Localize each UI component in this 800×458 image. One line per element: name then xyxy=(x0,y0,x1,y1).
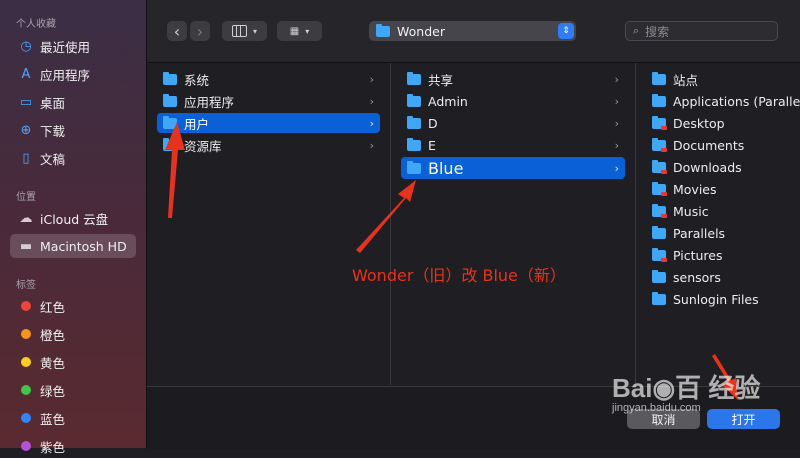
watermark-url: jingyan.baidu.com xyxy=(612,402,701,414)
annotation-text: Wonder（旧）改 Blue（新） xyxy=(352,266,566,285)
arrow-to-users xyxy=(165,122,185,218)
arrow-to-blue xyxy=(356,180,416,253)
watermark-main: Bai◉百 经验 xyxy=(612,373,761,403)
baidu-watermark: Bai◉百 经验 jingyan.baidu.com xyxy=(612,368,760,414)
